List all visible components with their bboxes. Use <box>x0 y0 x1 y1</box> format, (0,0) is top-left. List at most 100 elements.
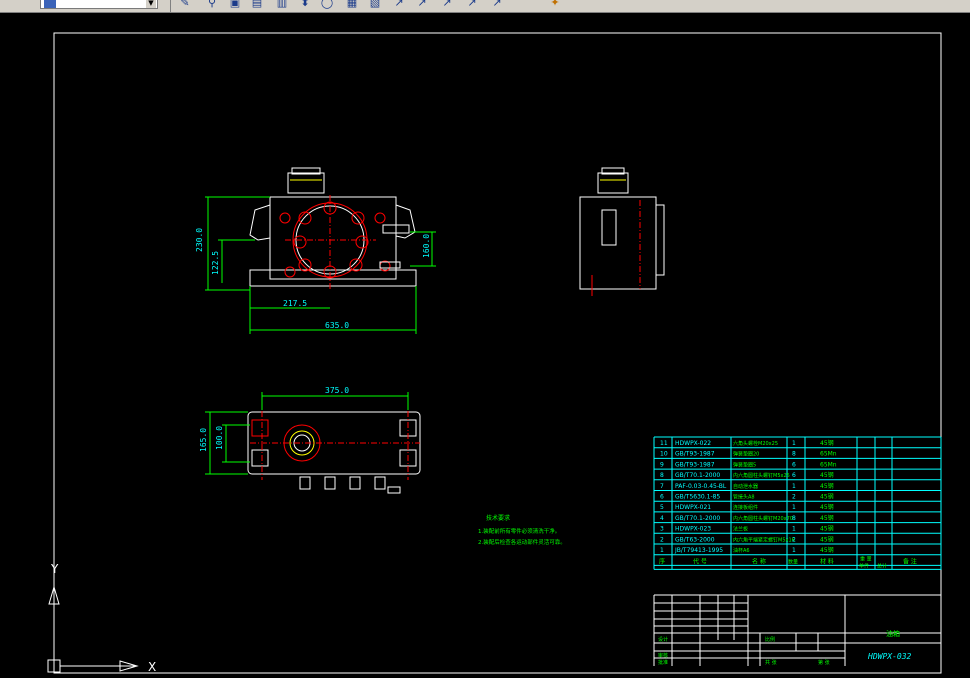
bom-cell-qty: 8 <box>792 451 796 458</box>
dim-w-total: 635.0 <box>325 321 349 330</box>
bom-cell-qty: 8 <box>792 515 796 522</box>
dim-h-mid: 122.5 <box>211 251 220 275</box>
title-designer: 设计 <box>658 636 668 643</box>
arrow-icon[interactable]: ↗ <box>392 0 406 10</box>
bom-cell-name: 内六角圆柱头螺钉M20x70 <box>733 515 793 522</box>
title-checker: 审核 <box>658 652 668 659</box>
ucs-icon <box>47 585 139 673</box>
bom-cell-qty: 6 <box>792 472 796 479</box>
top-view <box>247 400 421 494</box>
print-icon[interactable]: ▦ <box>345 0 359 10</box>
bill-of-materials: 11 HDWPX-022 六角头螺栓M20x25 1 45钢10 GB/T93-1987 弹… <box>653 436 942 570</box>
bom-header-total-weight: 总计 <box>877 563 887 570</box>
measure-icon[interactable]: ▥ <box>275 0 289 10</box>
arrow-icon[interactable]: ↗ <box>490 0 504 10</box>
bom-cell-code: GB/T93-1987 <box>675 461 715 468</box>
bom-cell-material: 45钢 <box>820 493 834 501</box>
bom-cell-no: 7 <box>660 483 664 490</box>
ucs-y-label: Y <box>50 562 59 576</box>
orbit-icon[interactable]: ◯ <box>320 0 334 10</box>
bom-cell-code: HDWPX-021 <box>675 504 711 511</box>
bom-header-remarks: 备 注 <box>903 558 917 566</box>
bom-cell-material: 45钢 <box>820 503 834 511</box>
bom-cell-name: 六角头螺栓M20x25 <box>733 440 778 447</box>
title-drawing-no: HDWPX-032 <box>867 652 912 661</box>
notes-title: 技术要求 <box>486 514 510 522</box>
bom-cell-code: GB/T70.1-2000 <box>675 515 720 522</box>
bom-cell-code: JB/T79413-1995 <box>674 547 723 554</box>
arrow-icon[interactable]: ↗ <box>415 0 429 10</box>
bom-cell-qty: 1 <box>792 526 796 533</box>
arrow-icon[interactable]: ↗ <box>465 0 479 10</box>
bom-cell-name: 管接头A8 <box>733 494 755 501</box>
bom-cell-material: 45钢 <box>820 439 834 447</box>
bom-cell-code: HDWPX-023 <box>675 526 711 533</box>
front-view <box>249 167 417 290</box>
paint-icon[interactable]: ✎ <box>178 0 192 10</box>
link-icon[interactable]: ⚲ <box>205 0 219 10</box>
bom-cell-name: 内六角平端紧定螺钉M5x16 <box>733 536 795 543</box>
bom-cell-material: 45钢 <box>820 471 834 479</box>
dim-side-bolt: 160.0 <box>422 234 431 258</box>
bom-cell-no: 11 <box>660 440 668 447</box>
side-view <box>579 167 665 296</box>
bom-cell-no: 4 <box>660 515 664 522</box>
bom-header-no: 序 <box>659 558 665 566</box>
bom-cell-qty: 2 <box>792 494 796 501</box>
bom-cell-name: 法兰板 <box>733 526 748 533</box>
align-icon[interactable]: ▤ <box>250 0 264 10</box>
print-preview-icon[interactable]: ▧ <box>368 0 382 10</box>
pan-icon[interactable]: ⬍ <box>298 0 312 10</box>
drawing-canvas[interactable]: 230.0 122.5 160.0 217.5 635.0 375.0 165.… <box>0 12 970 678</box>
title-page-label: 第 张 <box>818 659 830 666</box>
bom-cell-qty: 1 <box>792 483 796 490</box>
bom-cell-material: 45钢 <box>820 525 834 533</box>
bom-cell-material: 45钢 <box>820 535 834 543</box>
bom-header-name: 名 称 <box>752 558 766 566</box>
chevron-down-icon[interactable]: ▼ <box>146 0 156 8</box>
bom-cell-no: 5 <box>660 504 664 511</box>
arrow-icon[interactable]: ↗ <box>440 0 454 10</box>
front-view-dimensions <box>205 196 436 334</box>
bom-cell-material: 45钢 <box>820 514 834 522</box>
bom-cell-no: 2 <box>660 536 664 543</box>
bom-header-code: 代 号 <box>693 558 707 566</box>
drawing-border <box>53 32 942 674</box>
bom-cell-qty: 2 <box>792 536 796 543</box>
bom-cell-code: GB/T5630.1-85 <box>675 494 720 501</box>
bom-cell-qty: 1 <box>792 440 796 447</box>
bom-cell-name: 油杯A6 <box>733 547 750 554</box>
title-sheet-label: 共 张 <box>765 659 777 666</box>
note-1: 1.装配前所有零件必须清洗干净。 <box>478 527 560 535</box>
bom-cell-no: 3 <box>660 526 664 533</box>
top-view-dimensions <box>205 392 409 475</box>
dim-w-half: 217.5 <box>283 299 307 308</box>
wand-icon[interactable]: ✦ <box>548 0 562 10</box>
bom-header-weight: 重 量 <box>860 556 872 563</box>
bom-cell-code: HDWPX-022 <box>675 440 711 447</box>
title-name: 油箱 <box>886 629 900 638</box>
toolbar-separator <box>170 0 171 12</box>
bom-header-material: 材 料 <box>820 558 834 566</box>
bom-cell-qty: 6 <box>792 461 796 468</box>
title-scale-label: 比例 <box>765 636 775 643</box>
bom-cell-qty: 1 <box>792 504 796 511</box>
bom-cell-code: GB/T63-2000 <box>675 536 715 543</box>
bom-cell-material: 45钢 <box>820 482 834 490</box>
zoom-window-icon[interactable]: ▣ <box>228 0 242 10</box>
bom-cell-no: 6 <box>660 494 664 501</box>
ucs-x-label: X <box>148 660 156 674</box>
bom-cell-name: 自动泄水器 <box>733 483 758 490</box>
bom-cell-name: 弹簧垫圈20 <box>733 451 759 458</box>
dim-top-h-outer: 165.0 <box>199 428 208 452</box>
bom-cell-material: 65Mn <box>820 451 837 458</box>
layer-icon <box>44 0 56 8</box>
bom-cell-no: 9 <box>660 461 664 468</box>
layer-dropdown[interactable]: ▼ <box>40 0 158 9</box>
bom-header-unit-weight: 单件 <box>859 563 869 570</box>
bom-cell-code: GB/T93-1987 <box>675 451 715 458</box>
bom-cell-no: 10 <box>660 451 668 458</box>
bom-cell-name: 内六角圆柱头螺钉M5x25 <box>733 472 790 479</box>
bom-cell-material: 45钢 <box>820 546 834 554</box>
dim-h-total: 230.0 <box>195 228 204 252</box>
